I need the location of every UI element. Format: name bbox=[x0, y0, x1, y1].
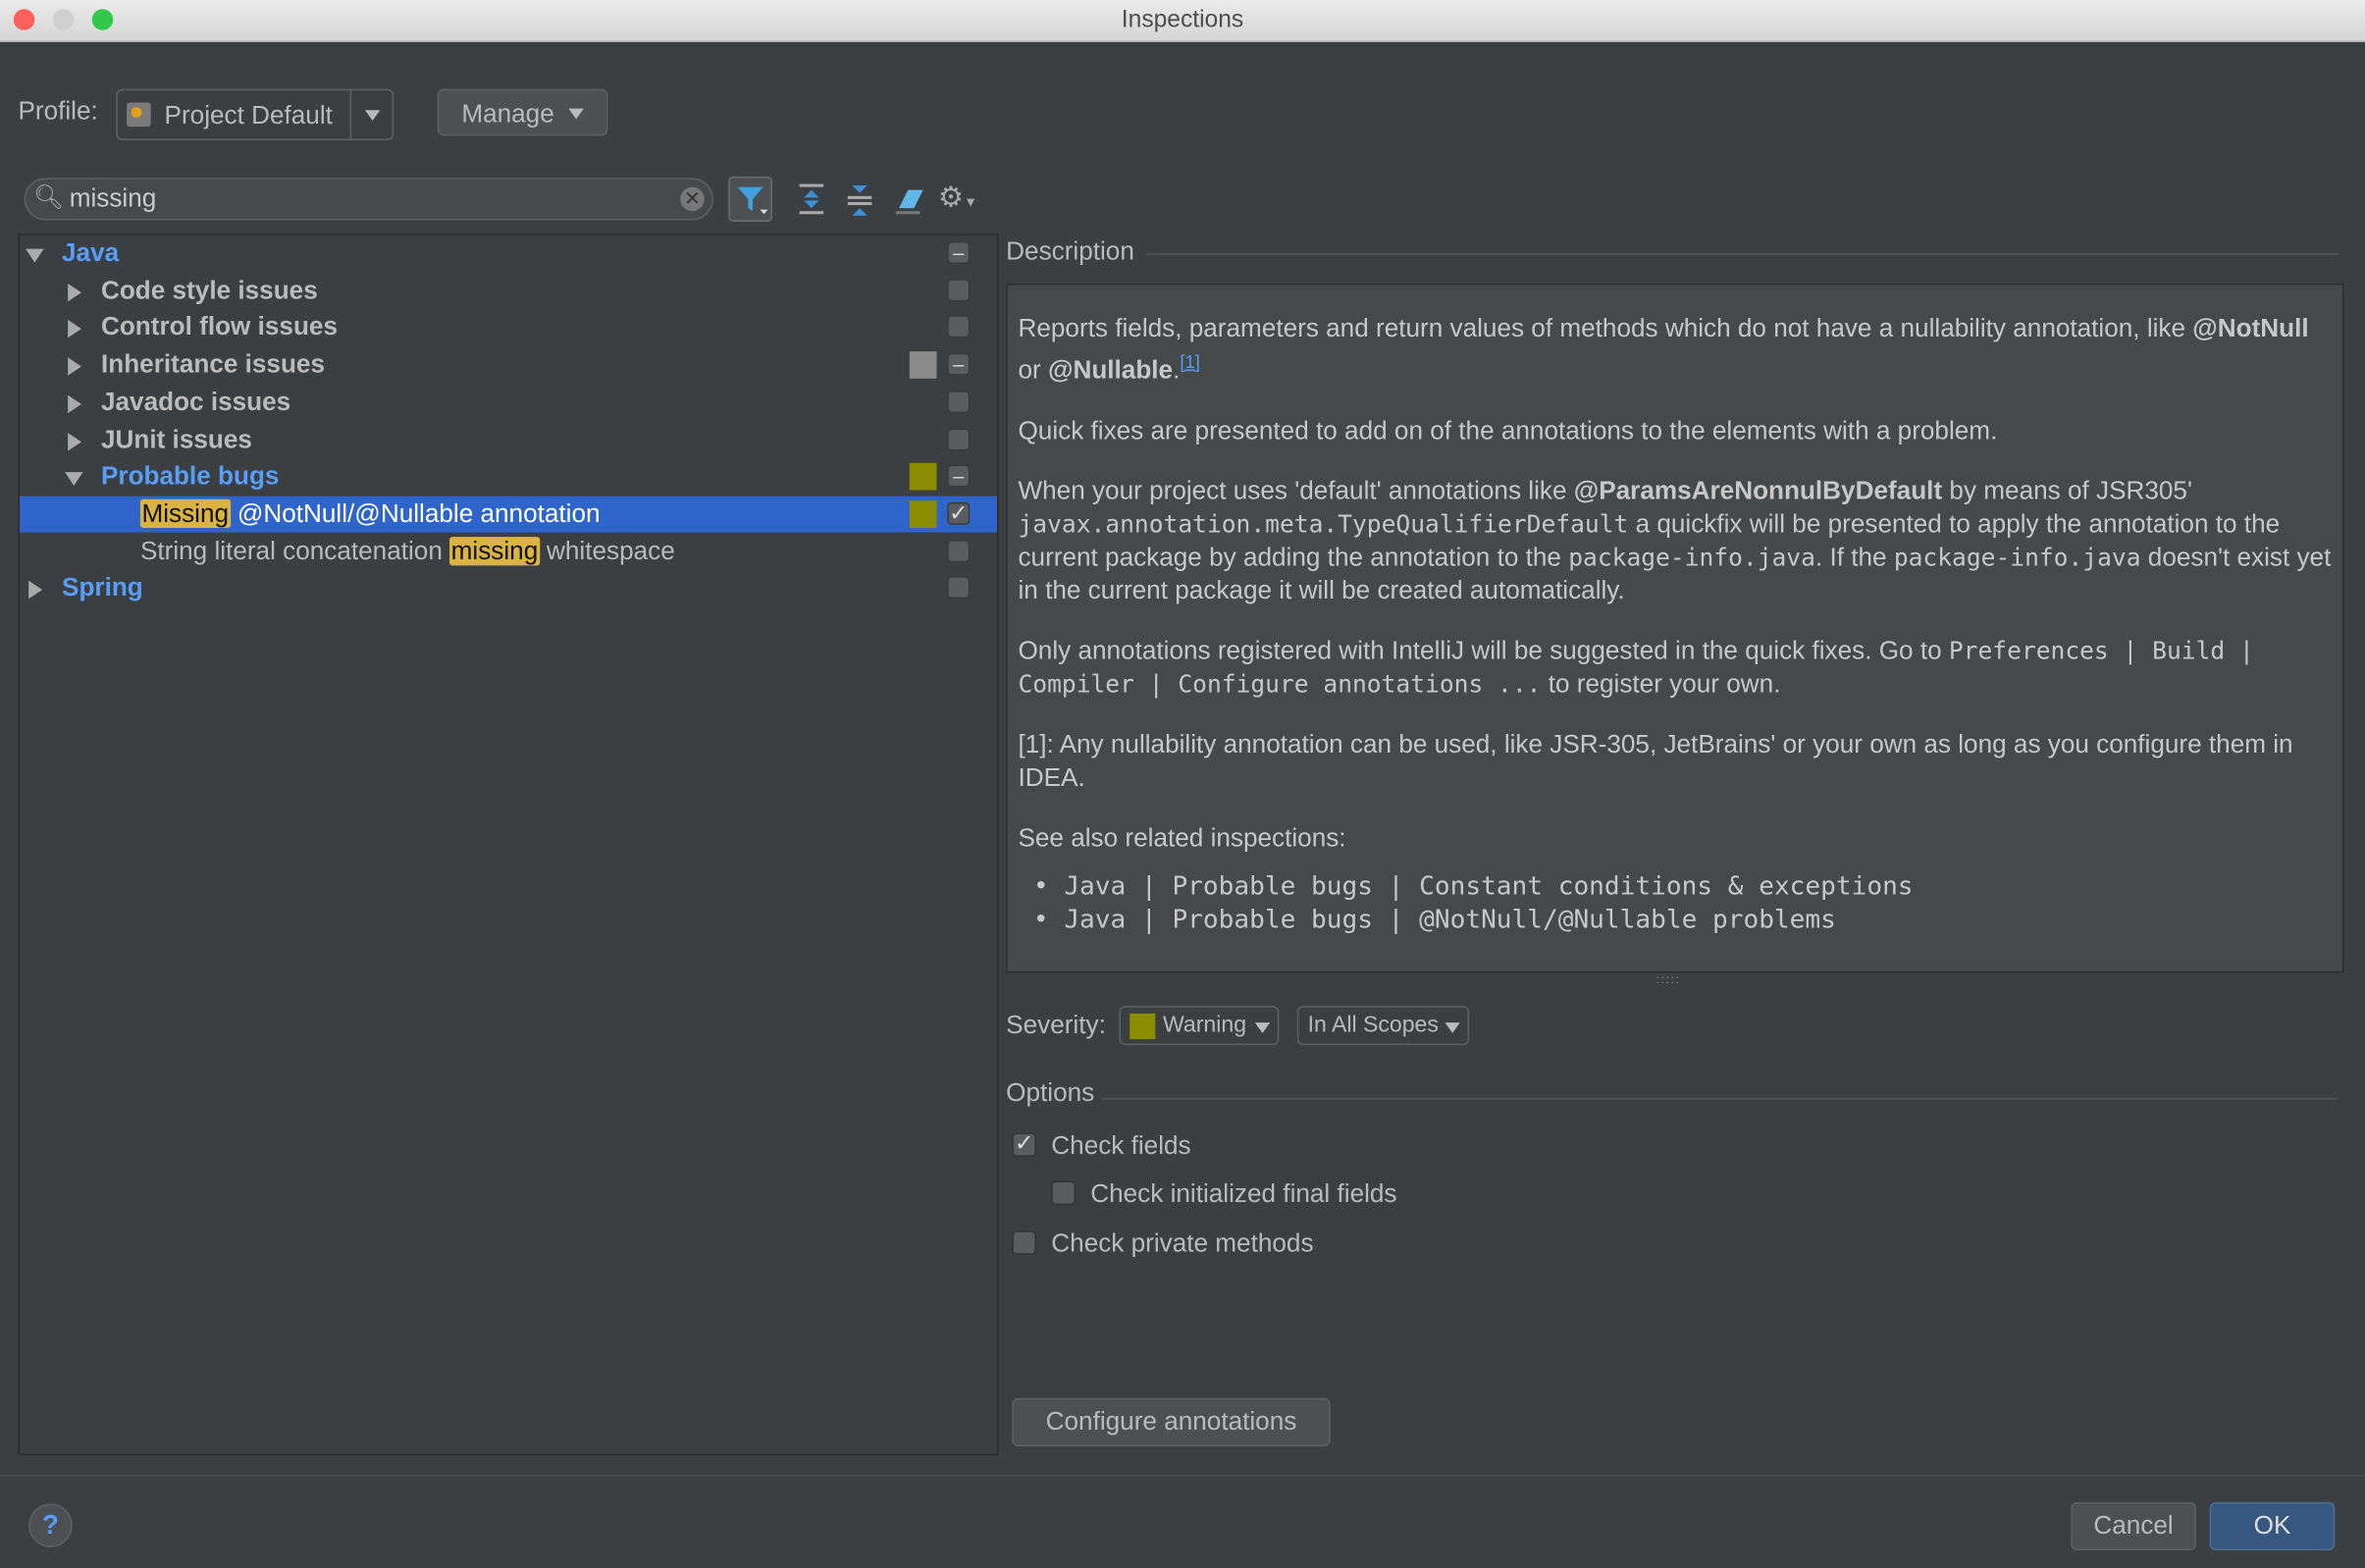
cancel-button[interactable]: Cancel bbox=[2071, 1501, 2196, 1551]
inspection-tree: Java – Code style issues Control flow is… bbox=[18, 234, 999, 1456]
option-label: Check fields bbox=[1051, 1130, 1191, 1160]
reset-eraser-icon[interactable] bbox=[893, 181, 926, 217]
severity-swatch bbox=[909, 463, 937, 491]
clear-search-icon[interactable]: ✕ bbox=[680, 186, 705, 212]
check-private-methods-option[interactable]: Check private methods bbox=[1012, 1228, 1464, 1261]
chevron-down-icon bbox=[1254, 1022, 1271, 1033]
severity-swatch bbox=[909, 500, 937, 528]
checkbox[interactable] bbox=[947, 539, 971, 562]
filter-icon bbox=[737, 186, 768, 215]
tree-node-label: Java bbox=[62, 237, 120, 268]
checkbox[interactable] bbox=[947, 576, 971, 600]
chevron-down-icon bbox=[364, 110, 381, 121]
window-title: Inspections bbox=[1121, 7, 1244, 33]
warning-swatch bbox=[1130, 1013, 1156, 1039]
tree-node-label: Probable bugs bbox=[100, 461, 280, 491]
close-window-button[interactable] bbox=[13, 9, 35, 30]
checkbox-partial[interactable]: – bbox=[947, 464, 971, 488]
search-highlight: missing bbox=[449, 536, 540, 565]
manage-label: Manage bbox=[461, 99, 554, 129]
related-inspection: Java | Probable bugs | Constant conditio… bbox=[1064, 870, 1914, 902]
tree-node-group[interactable]: Code style issues bbox=[20, 273, 997, 309]
tree-item-label: whitespace bbox=[539, 536, 675, 565]
settings-gear-icon[interactable]: ⚙▼ bbox=[938, 181, 977, 215]
check-fields-option[interactable]: ✓ Check fields bbox=[1012, 1129, 1464, 1163]
tree-item-string-concat[interactable]: String literal concatenation missing whi… bbox=[20, 533, 997, 569]
profile-icon bbox=[127, 102, 151, 128]
description-panel: Reports fields, parameters and return va… bbox=[1006, 283, 2344, 973]
profile-value: Project Default bbox=[164, 100, 333, 131]
description-label: Description bbox=[1006, 236, 1134, 266]
search-highlight: Missing bbox=[139, 498, 231, 528]
search-input[interactable]: missing bbox=[70, 184, 157, 215]
help-button[interactable]: ? bbox=[28, 1503, 73, 1547]
tree-node-group[interactable]: Inheritance issues – bbox=[20, 347, 997, 384]
search-icon: 🔍︎ bbox=[32, 185, 65, 212]
expand-all-icon[interactable] bbox=[797, 181, 827, 217]
checkbox[interactable] bbox=[947, 315, 971, 339]
splitter-handle[interactable]: ::::: bbox=[1656, 972, 1681, 986]
tree-node-probable-bugs[interactable]: Probable bugs – bbox=[20, 459, 997, 496]
checkbox-checked[interactable]: ✓ bbox=[1012, 1132, 1036, 1157]
chevron-down-icon bbox=[1445, 1022, 1460, 1033]
checkbox[interactable] bbox=[1051, 1180, 1076, 1206]
related-inspection: Java | Probable bugs | @NotNull/@Nullabl… bbox=[1064, 904, 1836, 935]
tree-node-label: Control flow issues bbox=[100, 312, 338, 341]
tree-node-label: Spring bbox=[62, 573, 143, 602]
checkbox[interactable] bbox=[947, 427, 971, 450]
tree-node-label: Javadoc issues bbox=[100, 387, 291, 416]
minimize-window-button[interactable] bbox=[52, 9, 75, 30]
title-bar: Inspections bbox=[0, 0, 2365, 43]
scope-value: In All Scopes bbox=[1307, 1012, 1439, 1038]
zoom-window-button[interactable] bbox=[91, 9, 114, 30]
severity-swatch bbox=[909, 351, 937, 379]
tree-node-label: Inheritance issues bbox=[100, 349, 325, 379]
footnote-link[interactable]: [1] bbox=[1180, 351, 1200, 373]
manage-button[interactable]: Manage bbox=[437, 88, 608, 136]
severity-value: Warning bbox=[1163, 1012, 1247, 1038]
tree-node-java[interactable]: Java – bbox=[20, 235, 997, 272]
tree-node-label: JUnit issues bbox=[100, 424, 252, 453]
option-label: Check initialized final fields bbox=[1090, 1178, 1397, 1209]
checkbox-partial[interactable]: – bbox=[947, 352, 971, 376]
severity-combo[interactable]: Warning bbox=[1119, 1006, 1280, 1046]
scope-combo[interactable]: In All Scopes bbox=[1296, 1006, 1470, 1046]
severity-label: Severity: bbox=[1006, 1010, 1106, 1039]
tree-node-spring[interactable]: Spring bbox=[20, 570, 997, 606]
configure-annotations-button[interactable]: Configure annotations bbox=[1012, 1397, 1331, 1446]
chevron-down-icon bbox=[568, 108, 584, 120]
search-field[interactable]: 🔍︎ missing ✕ bbox=[24, 178, 714, 221]
tree-node-group[interactable]: Control flow issues bbox=[20, 310, 997, 346]
checkbox[interactable] bbox=[947, 278, 971, 301]
checkbox[interactable] bbox=[947, 390, 971, 413]
tree-node-group[interactable]: JUnit issues bbox=[20, 422, 997, 458]
filter-button[interactable] bbox=[728, 176, 772, 222]
options-label: Options bbox=[1006, 1077, 1095, 1108]
checkbox-checked[interactable]: ✓ bbox=[947, 501, 971, 525]
checkbox-partial[interactable]: – bbox=[947, 240, 971, 264]
profile-combo[interactable]: Project Default bbox=[116, 88, 394, 140]
tree-node-label: Code style issues bbox=[100, 275, 318, 304]
tree-item-missing-nullable[interactable]: Missing @NotNull/@Nullable annotation ✓ bbox=[19, 496, 997, 533]
ok-button[interactable]: OK bbox=[2209, 1501, 2336, 1551]
tree-node-group[interactable]: Javadoc issues bbox=[20, 385, 997, 421]
profile-label: Profile: bbox=[18, 96, 98, 126]
tree-item-label: String literal concatenation bbox=[139, 536, 450, 565]
option-label: Check private methods bbox=[1051, 1228, 1314, 1258]
check-initialized-final-fields-option[interactable]: Check initialized final fields bbox=[1051, 1177, 1503, 1211]
collapse-all-icon[interactable] bbox=[845, 181, 875, 217]
tree-item-label: @NotNull/@Nullable annotation bbox=[230, 498, 601, 528]
inspections-dialog: Inspections Profile: Project Default Man… bbox=[0, 0, 2365, 1568]
checkbox[interactable] bbox=[1012, 1230, 1036, 1255]
